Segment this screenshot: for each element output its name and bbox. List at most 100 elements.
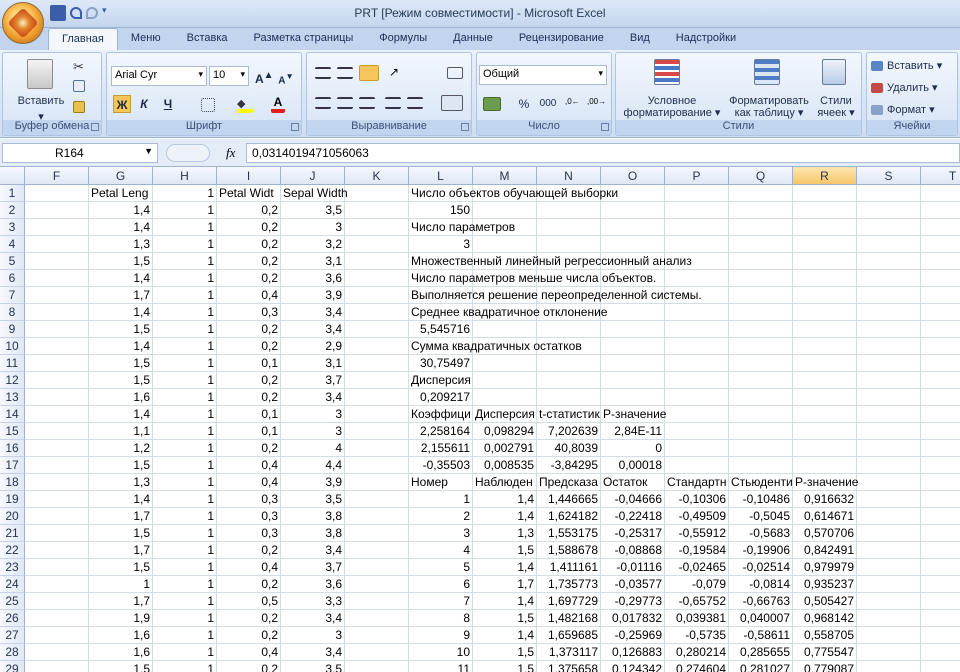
cell-m15[interactable]: 0,098294 xyxy=(473,423,537,440)
cell[interactable] xyxy=(665,389,729,406)
cell-h13[interactable]: 1 xyxy=(153,389,217,406)
cell-l16[interactable]: 2,155611 xyxy=(409,440,473,457)
cell-j27[interactable]: 3 xyxy=(281,627,345,644)
cell[interactable] xyxy=(921,219,960,236)
cell-h12[interactable]: 1 xyxy=(153,372,217,389)
cell-h19[interactable]: 1 xyxy=(153,491,217,508)
cell-p28[interactable]: 0,280214 xyxy=(665,644,729,661)
cell[interactable] xyxy=(921,576,960,593)
cell-l28[interactable]: 10 xyxy=(409,644,473,661)
italic-button[interactable]: К xyxy=(135,95,153,113)
tab-addins[interactable]: Надстройки xyxy=(663,28,749,50)
cell-g15[interactable]: 1,1 xyxy=(89,423,153,440)
cell[interactable] xyxy=(921,236,960,253)
cell-i18[interactable]: 0,4 xyxy=(217,474,281,491)
cell-n17[interactable]: -3,84295 xyxy=(537,457,601,474)
cell-l10[interactable]: Сумма квадратичных остатков xyxy=(409,338,582,355)
cell[interactable] xyxy=(537,219,601,236)
cell-n19[interactable]: 1,446665 xyxy=(537,491,601,508)
cell[interactable] xyxy=(25,440,89,457)
cell[interactable] xyxy=(345,236,409,253)
cell-g10[interactable]: 1,4 xyxy=(89,338,153,355)
office-button[interactable] xyxy=(2,2,44,44)
cell[interactable] xyxy=(25,661,89,672)
cell-p19[interactable]: -0,10306 xyxy=(665,491,729,508)
cell[interactable] xyxy=(729,440,793,457)
cell-g1[interactable]: Petal Leng xyxy=(89,185,153,202)
column-header-m[interactable]: M xyxy=(473,167,537,185)
cell-j29[interactable]: 3,5 xyxy=(281,661,345,672)
cell-p23[interactable]: -0,02465 xyxy=(665,559,729,576)
cell-l21[interactable]: 3 xyxy=(409,525,473,542)
cell[interactable] xyxy=(793,338,857,355)
cell[interactable] xyxy=(921,287,960,304)
cell[interactable] xyxy=(921,457,960,474)
cell[interactable] xyxy=(25,406,89,423)
delete-cells-button[interactable]: Удалить ▾ xyxy=(887,82,957,94)
cell[interactable] xyxy=(729,372,793,389)
cell-g11[interactable]: 1,5 xyxy=(89,355,153,372)
cell[interactable] xyxy=(345,542,409,559)
cell-m29[interactable]: 1,5 xyxy=(473,661,537,672)
cell-o24[interactable]: -0,03577 xyxy=(601,576,665,593)
row-header[interactable]: 26 xyxy=(0,610,25,627)
insert-cells-button[interactable]: Вставить ▾ xyxy=(887,60,957,72)
cell-r19[interactable]: 0,916632 xyxy=(793,491,857,508)
cell-h18[interactable]: 1 xyxy=(153,474,217,491)
cell[interactable] xyxy=(857,321,921,338)
cell-l19[interactable]: 1 xyxy=(409,491,473,508)
cell-n25[interactable]: 1,697729 xyxy=(537,593,601,610)
cell-l25[interactable]: 7 xyxy=(409,593,473,610)
cell-j13[interactable]: 3,4 xyxy=(281,389,345,406)
cell-l24[interactable]: 6 xyxy=(409,576,473,593)
cell-j24[interactable]: 3,6 xyxy=(281,576,345,593)
cell-l7[interactable]: Выполняется решение переопределенной сис… xyxy=(409,287,702,304)
cell-j19[interactable]: 3,5 xyxy=(281,491,345,508)
cell-o20[interactable]: -0,22418 xyxy=(601,508,665,525)
cell-j25[interactable]: 3,3 xyxy=(281,593,345,610)
row-header[interactable]: 22 xyxy=(0,542,25,559)
cell-m17[interactable]: 0,008535 xyxy=(473,457,537,474)
cell-q29[interactable]: 0,281027 xyxy=(729,661,793,672)
underline-button[interactable]: Ч xyxy=(159,95,177,113)
cell-g12[interactable]: 1,5 xyxy=(89,372,153,389)
cell[interactable] xyxy=(857,593,921,610)
cell-i14[interactable]: 0,1 xyxy=(217,406,281,423)
cell-j22[interactable]: 3,4 xyxy=(281,542,345,559)
cell[interactable] xyxy=(729,304,793,321)
row-header[interactable]: 25 xyxy=(0,593,25,610)
cell[interactable] xyxy=(729,219,793,236)
cell[interactable] xyxy=(793,372,857,389)
cell-o19[interactable]: -0,04666 xyxy=(601,491,665,508)
cell-h28[interactable]: 1 xyxy=(153,644,217,661)
cell-l9[interactable]: 5,545716 xyxy=(409,321,473,338)
cell-j15[interactable]: 3 xyxy=(281,423,345,440)
cell-j3[interactable]: 3 xyxy=(281,219,345,236)
cell-q28[interactable]: 0,285655 xyxy=(729,644,793,661)
cell[interactable] xyxy=(793,457,857,474)
cell-j11[interactable]: 3,1 xyxy=(281,355,345,372)
cell-i13[interactable]: 0,2 xyxy=(217,389,281,406)
cell[interactable] xyxy=(857,627,921,644)
cell[interactable] xyxy=(793,236,857,253)
cell-m28[interactable]: 1,5 xyxy=(473,644,537,661)
decrease-indent-icon[interactable] xyxy=(385,97,401,109)
cell-n15[interactable]: 7,202639 xyxy=(537,423,601,440)
cell[interactable] xyxy=(345,559,409,576)
cell[interactable] xyxy=(665,423,729,440)
cell-n27[interactable]: 1,659685 xyxy=(537,627,601,644)
cell-g18[interactable]: 1,3 xyxy=(89,474,153,491)
conditional-formatting-icon[interactable] xyxy=(654,59,680,85)
cell[interactable] xyxy=(345,457,409,474)
cell-p27[interactable]: -0,5735 xyxy=(665,627,729,644)
column-header-s[interactable]: S xyxy=(857,167,921,185)
cell-o29[interactable]: 0,124342 xyxy=(601,661,665,672)
cell-g14[interactable]: 1,4 xyxy=(89,406,153,423)
cell[interactable] xyxy=(857,270,921,287)
cell-g9[interactable]: 1,5 xyxy=(89,321,153,338)
cell-o27[interactable]: -0,25969 xyxy=(601,627,665,644)
cell[interactable] xyxy=(921,338,960,355)
cell-j8[interactable]: 3,4 xyxy=(281,304,345,321)
cell-l1[interactable]: Число объектов обучающей выборки xyxy=(409,185,618,202)
tab-data[interactable]: Данные xyxy=(440,28,506,50)
